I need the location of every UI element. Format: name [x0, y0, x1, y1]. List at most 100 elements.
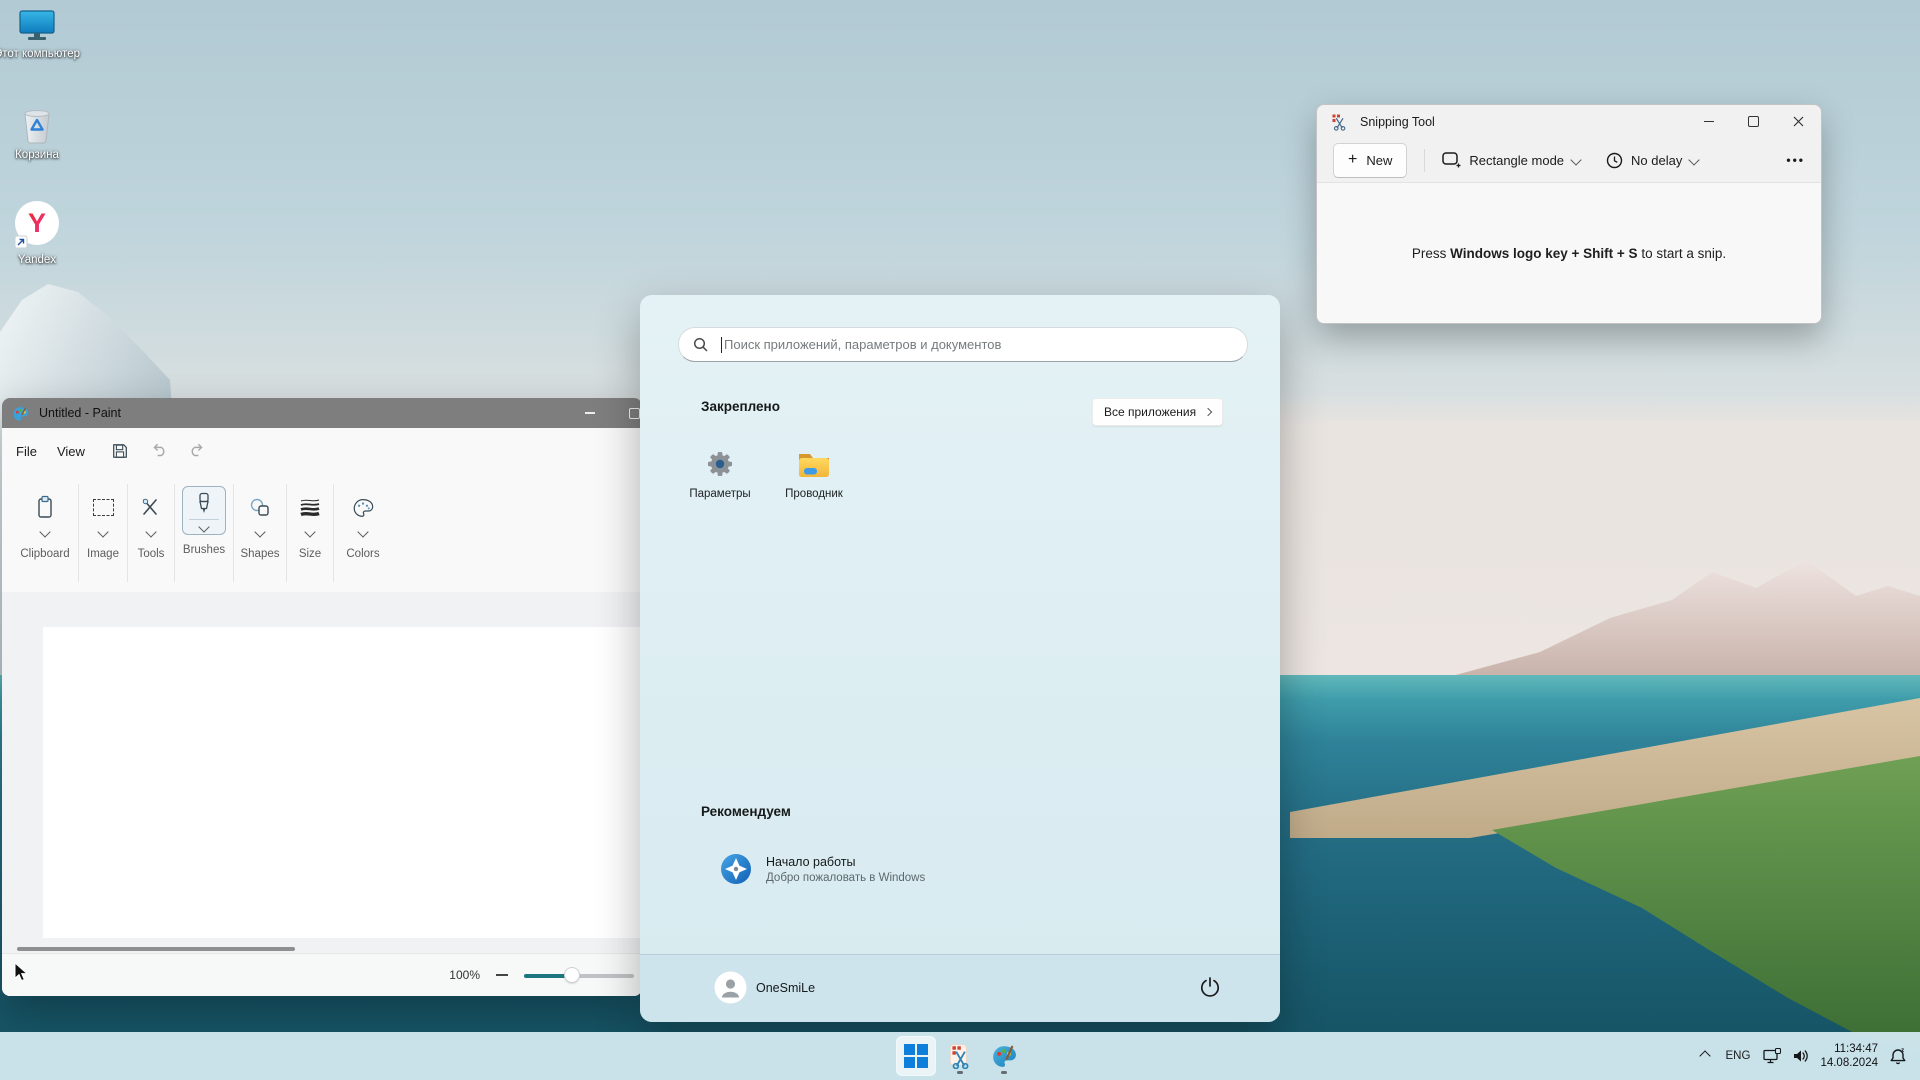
- speaker-icon[interactable]: [1792, 1048, 1809, 1064]
- snip-mode-label: Rectangle mode: [1469, 153, 1564, 168]
- paint-app-icon: [12, 405, 29, 422]
- snip-maximize-button[interactable]: [1731, 105, 1776, 138]
- zoom-out-button[interactable]: [496, 974, 508, 976]
- power-icon: [1198, 975, 1222, 999]
- colors-dropdown-icon: [357, 526, 368, 537]
- brushes-dropdown-icon: [198, 521, 209, 532]
- recommended-section-header: Рекомендуем: [701, 804, 791, 819]
- snipping-tool-icon: [947, 1043, 973, 1069]
- paint-canvas-area: [2, 592, 642, 954]
- paint-menubar: File View: [2, 428, 642, 474]
- toolbar-separator: [1424, 149, 1425, 172]
- snip-minimize-button[interactable]: [1686, 105, 1731, 138]
- desktop-screen: Этот компьютер Корзина Y Yandex: [0, 0, 1920, 1080]
- chevron-right-icon: [1204, 408, 1212, 416]
- paint-maximize-button[interactable]: [612, 398, 642, 428]
- recommended-item-get-started[interactable]: Начало работы Добро пожаловать в Windows: [690, 840, 1230, 898]
- chevron-down-icon: [1689, 154, 1700, 165]
- maximize-icon: [1748, 116, 1759, 127]
- notification-bell-icon[interactable]: z: [1889, 1047, 1907, 1065]
- paint-titlebar[interactable]: Untitled - Paint: [2, 398, 642, 428]
- text-caret: [721, 337, 722, 353]
- clipboard-dropdown-icon: [39, 526, 50, 537]
- see-more-button[interactable]: •••: [1786, 153, 1805, 167]
- snip-delay-label: No delay: [1631, 153, 1682, 168]
- redo-icon[interactable]: [188, 442, 207, 460]
- tray-date: 14.08.2024: [1820, 1056, 1878, 1070]
- ribbon-group-image[interactable]: Image: [79, 474, 127, 592]
- paint-menu-file[interactable]: File: [16, 444, 37, 459]
- minimize-icon: [1704, 121, 1714, 122]
- paint-ribbon: Clipboard Image Tools: [2, 474, 642, 593]
- pinned-app-settings[interactable]: Параметры: [673, 437, 767, 523]
- snip-close-button[interactable]: [1776, 105, 1821, 138]
- desktop-icon-label: Yandex: [0, 253, 80, 267]
- ribbon-group-clipboard[interactable]: Clipboard: [12, 474, 78, 592]
- paint-menu-view[interactable]: View: [57, 444, 85, 459]
- search-input[interactable]: [724, 337, 1247, 352]
- ribbon-group-label: Size: [299, 548, 321, 560]
- pinned-app-label: Параметры: [689, 488, 750, 500]
- desktop-icon-this-pc[interactable]: Этот компьютер: [0, 10, 80, 61]
- language-indicator[interactable]: ENG: [1726, 1050, 1751, 1062]
- start-menu-user-band: OneSmiLe: [640, 954, 1280, 1022]
- zoom-slider[interactable]: [524, 968, 634, 982]
- size-dropdown-icon: [304, 526, 315, 537]
- avatar-person-icon: [714, 971, 747, 1004]
- pinned-app-explorer[interactable]: Проводник: [767, 437, 861, 523]
- desktop-icon-yandex[interactable]: Y Yandex: [0, 200, 80, 267]
- paint-statusbar: 100%: [2, 953, 642, 996]
- snip-mode-dropdown[interactable]: Rectangle mode: [1442, 152, 1580, 168]
- all-apps-label: Все приложения: [1104, 405, 1196, 419]
- network-icon[interactable]: [1763, 1048, 1781, 1064]
- snipping-body: Press Windows logo key + Shift + S to st…: [1317, 183, 1821, 323]
- svg-text:z: z: [1901, 1047, 1905, 1054]
- minimize-icon: [585, 412, 595, 414]
- taskbar-snipping-tool[interactable]: [940, 1036, 980, 1076]
- windows-logo-icon: [904, 1044, 928, 1068]
- paint-window: Untitled - Paint File View: [2, 398, 642, 996]
- maximize-icon: [629, 408, 640, 419]
- hint-shortcut: Windows logo key + Shift + S: [1450, 246, 1637, 261]
- zoom-slider-thumb[interactable]: [565, 968, 579, 982]
- ribbon-group-shapes[interactable]: Shapes: [234, 474, 286, 592]
- new-snip-label: New: [1366, 153, 1392, 168]
- paint-canvas[interactable]: [43, 627, 642, 938]
- desktop-icon-recycle-bin[interactable]: Корзина: [0, 105, 80, 162]
- clock-icon: [1606, 152, 1623, 169]
- ribbon-group-colors[interactable]: Colors: [334, 474, 392, 592]
- horizontal-scrollbar[interactable]: [17, 947, 295, 951]
- paint-window-title: Untitled - Paint: [39, 406, 121, 420]
- start-search-box[interactable]: [678, 327, 1248, 362]
- ribbon-group-brushes[interactable]: Brushes: [175, 474, 233, 592]
- rectangle-mode-icon: [1442, 152, 1461, 168]
- desktop-icon-label: Корзина: [0, 148, 80, 162]
- desktop-icon-label: Этот компьютер: [0, 47, 80, 61]
- clipboard-icon: [35, 495, 55, 519]
- palette-icon: [352, 497, 374, 518]
- user-avatar[interactable]: [714, 971, 747, 1004]
- undo-icon[interactable]: [149, 442, 168, 460]
- paint-minimize-button[interactable]: [568, 398, 612, 428]
- hint-text: Press: [1412, 246, 1450, 261]
- snipping-window-title: Snipping Tool: [1360, 115, 1435, 129]
- paint-icon: [991, 1043, 1017, 1069]
- save-icon[interactable]: [111, 442, 129, 460]
- ribbon-group-label: Shapes: [240, 548, 279, 560]
- tray-clock[interactable]: 11:34:47 14.08.2024: [1820, 1042, 1878, 1070]
- snip-delay-dropdown[interactable]: No delay: [1606, 152, 1698, 169]
- new-snip-button[interactable]: + New: [1333, 143, 1407, 178]
- ribbon-group-tools[interactable]: Tools: [128, 474, 174, 592]
- ribbon-group-size[interactable]: Size: [287, 474, 333, 592]
- start-menu: Закреплено Все приложения Параметры: [640, 295, 1280, 1022]
- tray-overflow-chevron-icon[interactable]: [1699, 1050, 1710, 1061]
- zoom-level-value: 100%: [449, 968, 480, 982]
- user-name[interactable]: OneSmiLe: [756, 981, 815, 995]
- snipping-tool-app-icon: [1331, 113, 1349, 131]
- all-apps-button[interactable]: Все приложения: [1092, 398, 1223, 426]
- start-button[interactable]: [896, 1036, 936, 1076]
- computer-icon: [16, 10, 58, 44]
- plus-icon: +: [1348, 152, 1357, 168]
- taskbar-paint[interactable]: [984, 1036, 1024, 1076]
- power-button[interactable]: [1198, 975, 1222, 999]
